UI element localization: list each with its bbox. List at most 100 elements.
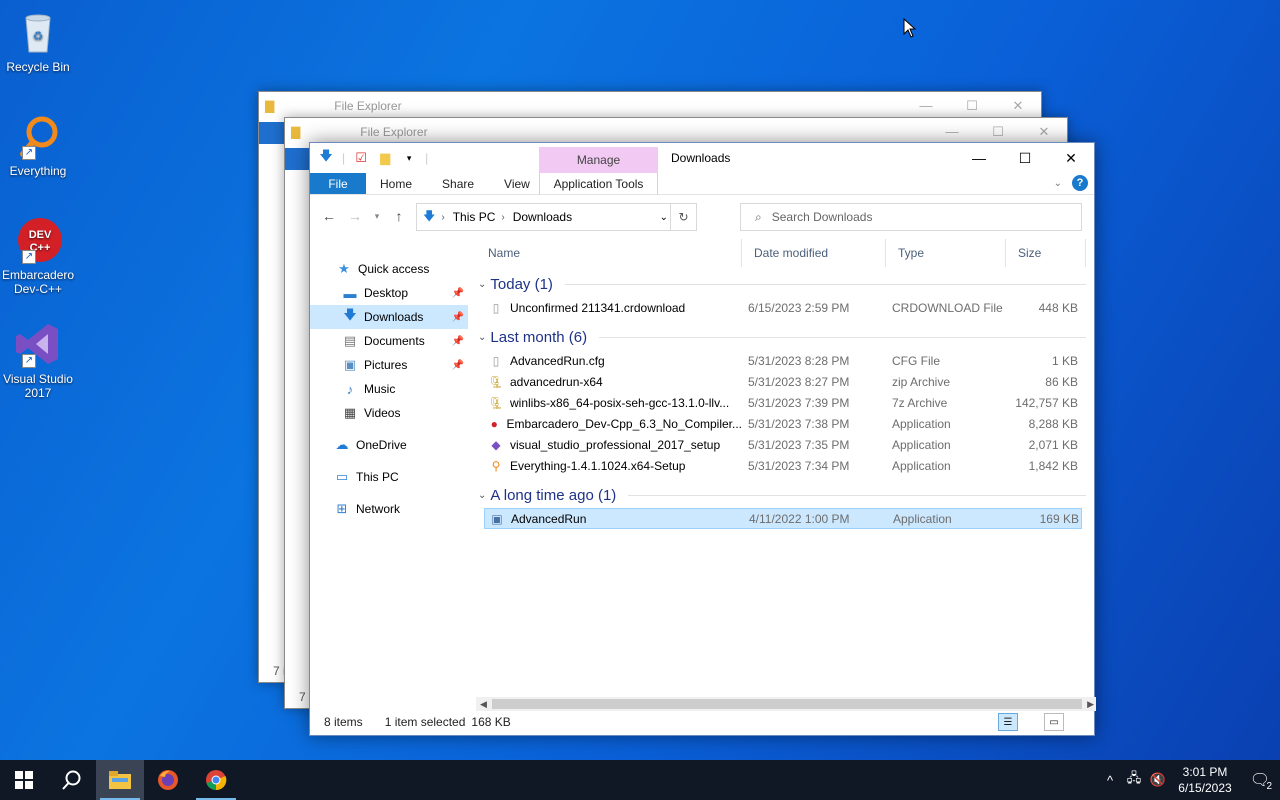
table-row[interactable]: ▯ AdvancedRun.cfg 5/31/2023 8:28 PM CFG F… bbox=[484, 350, 1082, 371]
notification-count: 2 bbox=[1266, 781, 1272, 792]
desktop-icon-visual-studio[interactable]: ↗ Visual Studio 2017 bbox=[0, 320, 76, 400]
properties-icon[interactable]: ☑ bbox=[353, 150, 369, 166]
scrollbar-thumb[interactable] bbox=[492, 699, 1082, 709]
back-button[interactable]: ← bbox=[316, 208, 342, 224]
chevron-up-icon[interactable]: ^ bbox=[1098, 773, 1122, 788]
column-type[interactable]: Type bbox=[886, 239, 1006, 267]
tab-home[interactable]: Home bbox=[366, 173, 426, 194]
chevron-down-icon: ⌄ bbox=[478, 489, 487, 501]
nav-item-this-pc[interactable]: ▭ This PC bbox=[310, 465, 468, 489]
file-tab[interactable] bbox=[285, 148, 311, 170]
chevron-down-icon: ⌄ bbox=[478, 278, 487, 290]
table-row[interactable]: 🗜 advancedrun-x64 5/31/2023 8:27 PM zip A… bbox=[484, 371, 1082, 392]
minimize-icon[interactable]: — bbox=[903, 98, 949, 114]
nav-item-network[interactable]: ⊞ Network bbox=[310, 497, 468, 521]
tab-application-tools[interactable]: Application Tools bbox=[539, 173, 658, 195]
address-row: ← → ▾ ↑ 🡇 › This PC › Downloads ⌄ ↻ ⌕ Se… bbox=[310, 195, 1094, 237]
start-button[interactable] bbox=[0, 760, 48, 800]
quick-access-toolbar: 🡇 | ☑ ▆ ▾ | bbox=[318, 148, 429, 166]
tab-manage[interactable]: Manage bbox=[539, 147, 658, 173]
desktop-icon-devcpp[interactable]: DEV C++ ↗ Embarcadero Dev-C++ bbox=[0, 216, 76, 296]
volume-muted-icon[interactable]: 🔇 bbox=[1146, 772, 1170, 788]
expand-ribbon-icon[interactable]: ⌄ bbox=[1054, 178, 1062, 189]
clock[interactable]: 3:01 PM 6/15/2023 bbox=[1170, 764, 1240, 796]
details-view-icon[interactable]: ☰ bbox=[998, 713, 1018, 731]
nav-item-onedrive[interactable]: ☁ OneDrive bbox=[310, 433, 468, 457]
desktop-icon-label: Embarcadero Dev-C++ bbox=[2, 268, 75, 296]
devcpp-icon: ● bbox=[490, 416, 498, 431]
tab-view[interactable]: View bbox=[488, 173, 544, 194]
table-row[interactable]: ● Embarcadero_Dev-Cpp_6.3_No_Compiler... … bbox=[484, 413, 1082, 434]
download-icon: 🡇 bbox=[343, 307, 357, 322]
notifications-button[interactable]: 🗨 2 bbox=[1240, 770, 1280, 792]
table-row[interactable]: 🗜 winlibs-x86_64-posix-seh-gcc-13.1.0-llv… bbox=[484, 392, 1082, 413]
group-header-long-time-ago[interactable]: ⌄ A long time ago (1) bbox=[476, 482, 1096, 508]
help-icon[interactable]: ? bbox=[1072, 175, 1088, 191]
nav-item-quick-access[interactable]: ★ Quick access bbox=[310, 257, 468, 281]
chevron-down-icon[interactable]: ▾ bbox=[401, 150, 417, 166]
search-input[interactable]: ⌕ Search Downloads bbox=[740, 203, 1082, 231]
column-name[interactable]: Name bbox=[476, 239, 742, 267]
recycle-bin-icon: ♻ bbox=[14, 8, 62, 56]
refresh-button[interactable]: ↻ bbox=[670, 204, 696, 230]
pin-icon[interactable]: 📌 bbox=[452, 288, 464, 299]
chevron-down-icon[interactable]: ⌄ bbox=[660, 212, 668, 223]
group-header-last-month[interactable]: ⌄ Last month (6) bbox=[476, 324, 1096, 350]
recent-locations-button[interactable]: ▾ bbox=[368, 211, 386, 222]
nav-item-documents[interactable]: ▤ Documents 📌 bbox=[310, 329, 468, 353]
chevron-right-icon: › bbox=[441, 211, 445, 223]
magnifier-icon: ⚲ bbox=[491, 458, 501, 473]
nav-item-desktop[interactable]: ▬ Desktop 📌 bbox=[310, 281, 468, 305]
column-date-modified[interactable]: Date modified bbox=[742, 239, 886, 267]
taskbar-chrome[interactable] bbox=[192, 760, 240, 800]
up-button[interactable]: ↑ bbox=[386, 208, 412, 224]
column-size[interactable]: Size bbox=[1006, 239, 1086, 267]
chevron-down-icon: ⌄ bbox=[478, 331, 487, 343]
pin-icon[interactable]: 📌 bbox=[452, 336, 464, 347]
table-row[interactable]: ◆ visual_studio_professional_2017_setup 5… bbox=[484, 434, 1082, 455]
maximize-icon[interactable]: ☐ bbox=[949, 98, 995, 114]
desktop-icon: ▬ bbox=[343, 285, 357, 301]
close-button[interactable]: ✕ bbox=[1048, 143, 1094, 173]
address-bar[interactable]: 🡇 › This PC › Downloads ⌄ ↻ bbox=[416, 203, 697, 231]
tab-share[interactable]: Share bbox=[426, 173, 488, 194]
tab-file[interactable]: File bbox=[310, 173, 366, 194]
title-bar[interactable]: 🡇 | ☑ ▆ ▾ | Manage Downloads — ☐ ✕ bbox=[310, 143, 1094, 173]
breadcrumb-downloads[interactable]: Downloads bbox=[513, 210, 572, 224]
desktop-icon-recycle-bin[interactable]: ♻ Recycle Bin bbox=[0, 8, 76, 74]
maximize-icon[interactable]: ☐ bbox=[975, 124, 1021, 140]
desktop-icon-everything[interactable]: ↗ Everything bbox=[0, 112, 76, 178]
taskbar-firefox[interactable] bbox=[144, 760, 192, 800]
large-icons-view-icon[interactable]: ▭ bbox=[1044, 713, 1064, 731]
taskbar-file-explorer[interactable] bbox=[96, 760, 144, 800]
close-icon[interactable]: ✕ bbox=[1021, 124, 1067, 140]
item-count: 8 items bbox=[324, 715, 363, 729]
network-status-icon[interactable]: 🖧 bbox=[1122, 769, 1146, 791]
nav-item-pictures[interactable]: ▣ Pictures 📌 bbox=[310, 353, 468, 377]
windows-logo-icon bbox=[15, 771, 33, 789]
pin-icon[interactable]: 📌 bbox=[452, 312, 464, 323]
file-tab[interactable] bbox=[259, 122, 285, 144]
download-arrow-icon[interactable]: 🡇 bbox=[318, 148, 334, 166]
table-row[interactable]: ⚲ Everything-1.4.1.1024.x64-Setup 5/31/20… bbox=[484, 455, 1082, 476]
new-folder-icon[interactable]: ▆ bbox=[377, 150, 393, 166]
nav-item-music[interactable]: ♪ Music bbox=[310, 377, 468, 401]
table-row-selected[interactable]: ▣ AdvancedRun 4/11/2022 1:00 PM Applicati… bbox=[484, 508, 1082, 529]
breadcrumb-this-pc[interactable]: This PC bbox=[453, 210, 496, 224]
explorer-window[interactable]: 🡇 | ☑ ▆ ▾ | Manage Downloads — ☐ ✕ File … bbox=[309, 142, 1096, 736]
search-button[interactable] bbox=[48, 760, 96, 800]
minimize-icon[interactable]: — bbox=[929, 124, 975, 140]
pin-icon[interactable]: 📌 bbox=[452, 360, 464, 371]
nav-item-downloads[interactable]: 🡇 Downloads 📌 bbox=[310, 305, 468, 329]
app-window-icon: ▣ bbox=[491, 511, 503, 526]
close-icon[interactable]: ✕ bbox=[995, 98, 1041, 114]
group-header-today[interactable]: ⌄ Today (1) bbox=[476, 271, 1096, 297]
forward-button[interactable]: → bbox=[342, 208, 368, 224]
desktop-icon-label: Visual Studio 2017 bbox=[3, 372, 73, 400]
nav-item-videos[interactable]: ▦ Videos bbox=[310, 401, 468, 425]
search-placeholder: Search Downloads bbox=[771, 210, 873, 224]
table-row[interactable]: ▯ Unconfirmed 211341.crdownload 6/15/2023… bbox=[484, 297, 1082, 318]
maximize-button[interactable]: ☐ bbox=[1002, 143, 1048, 173]
minimize-button[interactable]: — bbox=[956, 143, 1002, 173]
visual-studio-icon: ◆ bbox=[491, 437, 501, 452]
